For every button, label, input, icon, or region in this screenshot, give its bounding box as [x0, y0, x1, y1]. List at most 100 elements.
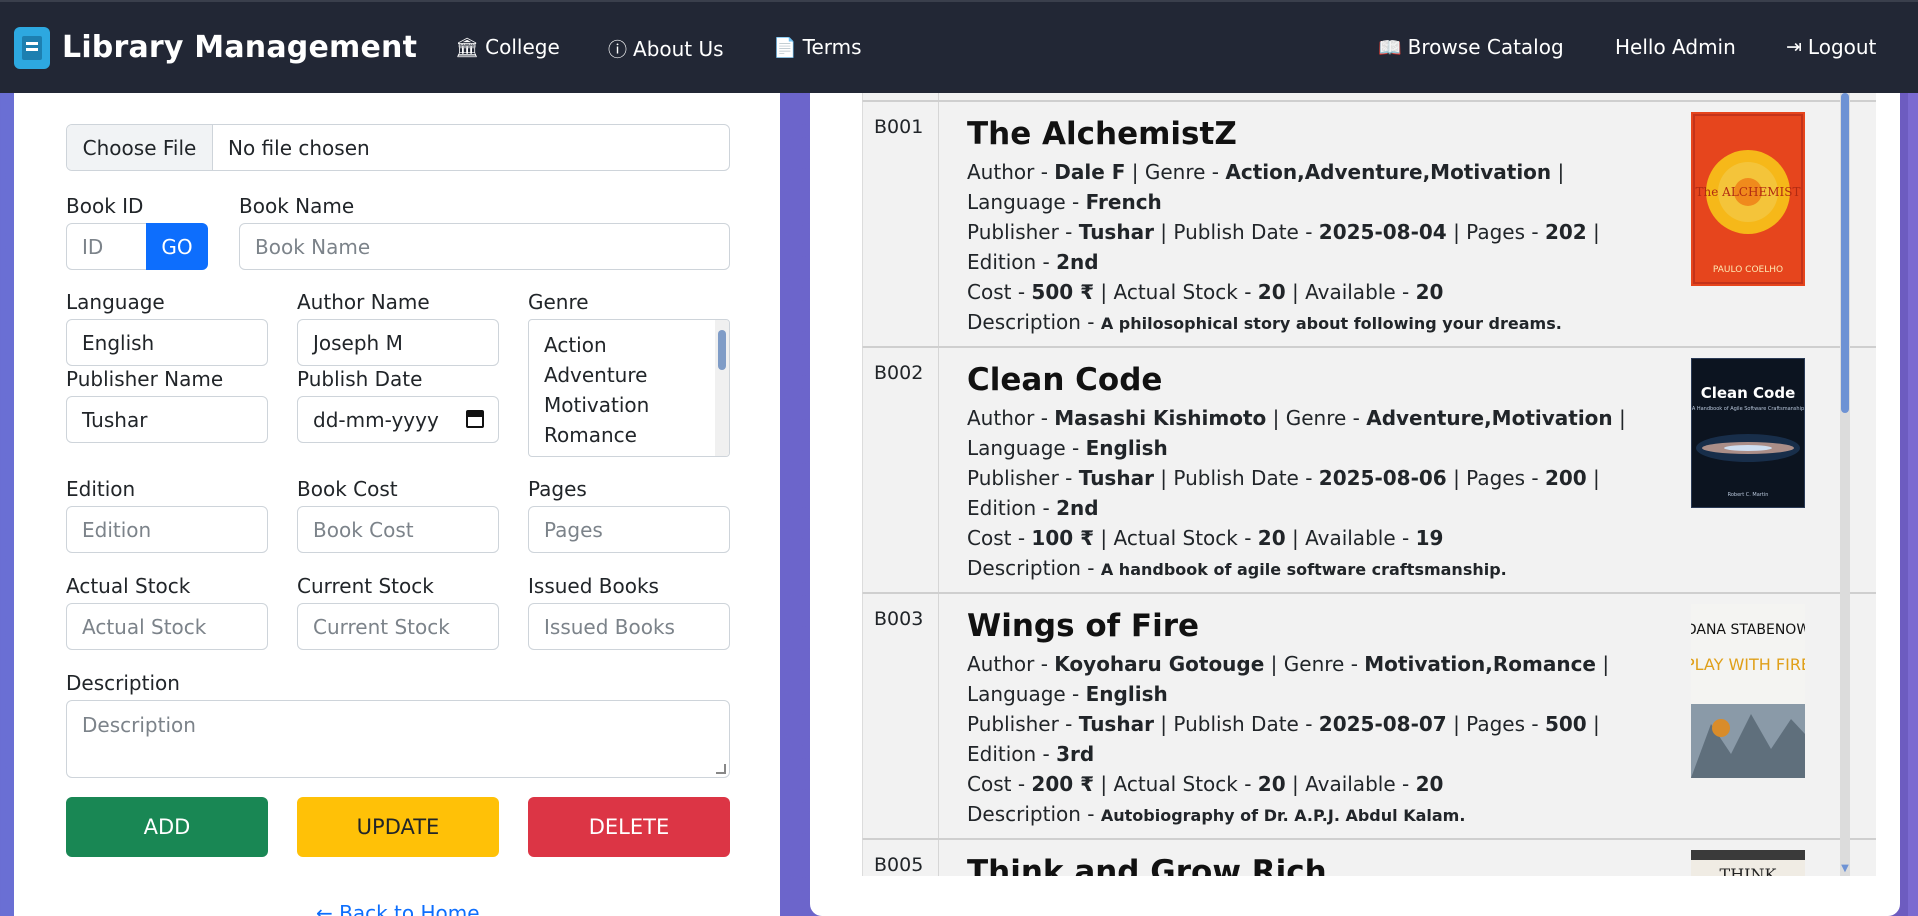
genre-select[interactable]: Action Adventure Motivation Romance	[528, 319, 730, 457]
actual-stock-value: 20	[1257, 280, 1286, 304]
page-scrollbar[interactable]	[1908, 93, 1918, 916]
available-value: 20	[1415, 772, 1444, 796]
svg-text:A Handbook of Agile Software C: A Handbook of Agile Software Craftsmansh…	[1692, 406, 1804, 412]
table-row[interactable]: B001 The AlchemistZ Author - Dale F | Ge…	[862, 101, 1876, 347]
genre-label: Genre	[528, 290, 589, 314]
nav-about-label: About Us	[633, 36, 724, 61]
pages-label: Pages	[528, 477, 587, 501]
genre-value: Action,Adventure,Motivation	[1225, 160, 1552, 184]
book-id-input[interactable]: ID	[66, 223, 148, 270]
book-id: B002	[863, 348, 939, 592]
cost-label: Book Cost	[297, 477, 398, 501]
book-details: Author - Koyoharu Gotouge | Genre - Moti…	[967, 652, 1610, 826]
nav-college[interactable]: 🏛 College	[455, 35, 560, 59]
actual-stock-input[interactable]: Actual Stock	[66, 603, 268, 650]
nav-terms[interactable]: 📄 Terms	[773, 35, 862, 59]
table-row[interactable]: B003 Wings of Fire Author - Koyoharu Got…	[862, 593, 1876, 839]
publisher-value: Tushar	[1078, 220, 1154, 244]
book-logo-icon	[14, 26, 50, 69]
book-name-input[interactable]: Book Name	[239, 223, 730, 270]
actual-stock-label: Actual Stock	[66, 574, 191, 598]
resize-grip-icon[interactable]	[716, 764, 726, 774]
pages-value: 500	[1544, 712, 1587, 736]
svg-text:Robert C. Martin: Robert C. Martin	[1728, 492, 1769, 498]
edition-value: 2nd	[1056, 250, 1099, 274]
back-to-home-link[interactable]: ← Back to Home	[316, 901, 480, 916]
publisher-value: Tushar	[1078, 712, 1154, 736]
book-list-scrollbar[interactable]	[1840, 93, 1850, 876]
nav-logout-label: Logout	[1807, 35, 1877, 59]
cover-file-input[interactable]: Choose File No file chosen	[66, 124, 730, 171]
language-value: English	[1085, 682, 1168, 706]
author-label: Author Name	[297, 290, 430, 314]
add-button[interactable]: ADD	[66, 797, 268, 857]
language-input[interactable]: English	[66, 319, 268, 366]
available-value: 20	[1415, 280, 1444, 304]
file-text-icon: 📄	[773, 36, 797, 59]
nav-logout[interactable]: ⇥ Logout	[1786, 35, 1876, 59]
publish-date-input[interactable]: dd-mm-yyyy	[297, 396, 499, 443]
calendar-icon[interactable]	[466, 410, 484, 428]
scroll-down-icon[interactable]: ▼	[1840, 863, 1850, 875]
book-table: B001 The AlchemistZ Author - Dale F | Ge…	[862, 93, 1886, 876]
edition-input[interactable]: Edition	[66, 506, 268, 553]
greeting: Hello Admin	[1615, 35, 1736, 59]
alchemist-cover[interactable]: The ALCHEMIST PAULO COELHO	[1691, 112, 1805, 286]
nav-browse-label: Browse Catalog	[1407, 35, 1564, 59]
genre-scrollbar[interactable]	[715, 320, 729, 456]
logout-icon: ⇥	[1786, 36, 1802, 58]
pages-value: 200	[1544, 466, 1587, 490]
book-details: Author - Masashi Kishimoto | Genre - Adv…	[967, 406, 1626, 580]
svg-text:PAULO COELHO: PAULO COELHO	[1713, 265, 1783, 275]
book-id-label: Book ID	[66, 194, 144, 218]
brand-title: Library Management	[62, 30, 418, 65]
nav-browse-catalog[interactable]: 📖 Browse Catalog	[1378, 35, 1564, 59]
genre-option[interactable]: Romance	[529, 420, 729, 450]
book-list-panel: B001 The AlchemistZ Author - Dale F | Ge…	[810, 93, 1900, 916]
current-stock-label: Current Stock	[297, 574, 434, 598]
info-circle-icon: ⓘ	[608, 39, 628, 61]
book-form-panel: Choose File No file chosen Book ID ID GO…	[14, 93, 780, 916]
genre-option[interactable]: Adventure	[529, 360, 729, 390]
update-button[interactable]: UPDATE	[297, 797, 499, 857]
description-placeholder: Description	[82, 713, 196, 737]
genre-option[interactable]: Motivation	[529, 390, 729, 420]
brand[interactable]: Library Management	[14, 26, 418, 69]
nav-about[interactable]: ⓘ About Us	[608, 35, 724, 62]
current-stock-input[interactable]: Current Stock	[297, 603, 499, 650]
cost-input[interactable]: Book Cost	[297, 506, 499, 553]
book-id: B005	[863, 840, 939, 876]
book-title: The AlchemistZ	[967, 116, 1237, 152]
publish-date-value: 2025-08-07	[1318, 712, 1447, 736]
language-value: English	[1085, 436, 1168, 460]
book-title: Clean Code	[967, 362, 1163, 398]
issued-books-input[interactable]: Issued Books	[528, 603, 730, 650]
back-to-home-label: Back to Home	[339, 901, 480, 916]
play-with-fire-cover[interactable]: DANA STABENOW PLAY WITH FIRE	[1691, 604, 1805, 778]
svg-text:PLAY WITH FIRE: PLAY WITH FIRE	[1691, 655, 1805, 674]
author-value: Dale F	[1054, 160, 1126, 184]
available-value: 19	[1415, 526, 1444, 550]
book-title: Think and Grow Rich	[967, 854, 1327, 876]
language-label: Language	[66, 290, 165, 314]
genre-value: Motivation,Romance	[1364, 652, 1596, 676]
table-row-partial	[862, 93, 1876, 101]
delete-button[interactable]: DELETE	[528, 797, 730, 857]
actual-stock-value: 20	[1257, 772, 1286, 796]
pages-input[interactable]: Pages	[528, 506, 730, 553]
clean-code-cover[interactable]: Clean Code A Handbook of Agile Software …	[1691, 358, 1805, 508]
publish-date-value: 2025-08-06	[1318, 466, 1447, 490]
table-row[interactable]: B005 Think and Grow Rich THINK	[862, 839, 1876, 876]
think-grow-rich-cover[interactable]: THINK	[1691, 850, 1805, 876]
cost-value: 100 ₹	[1031, 526, 1095, 550]
genre-option[interactable]: Action	[529, 330, 729, 360]
description-textarea[interactable]: Description	[66, 700, 730, 778]
svg-text:THINK: THINK	[1720, 865, 1778, 876]
go-button[interactable]: GO	[146, 223, 208, 270]
table-row[interactable]: B002 Clean Code Author - Masashi Kishimo…	[862, 347, 1876, 593]
author-value: Masashi Kishimoto	[1054, 406, 1267, 430]
choose-file-button[interactable]: Choose File	[67, 125, 213, 170]
publisher-input[interactable]: Tushar	[66, 396, 268, 443]
author-input[interactable]: Joseph M	[297, 319, 499, 366]
edition-label: Edition	[66, 477, 136, 501]
